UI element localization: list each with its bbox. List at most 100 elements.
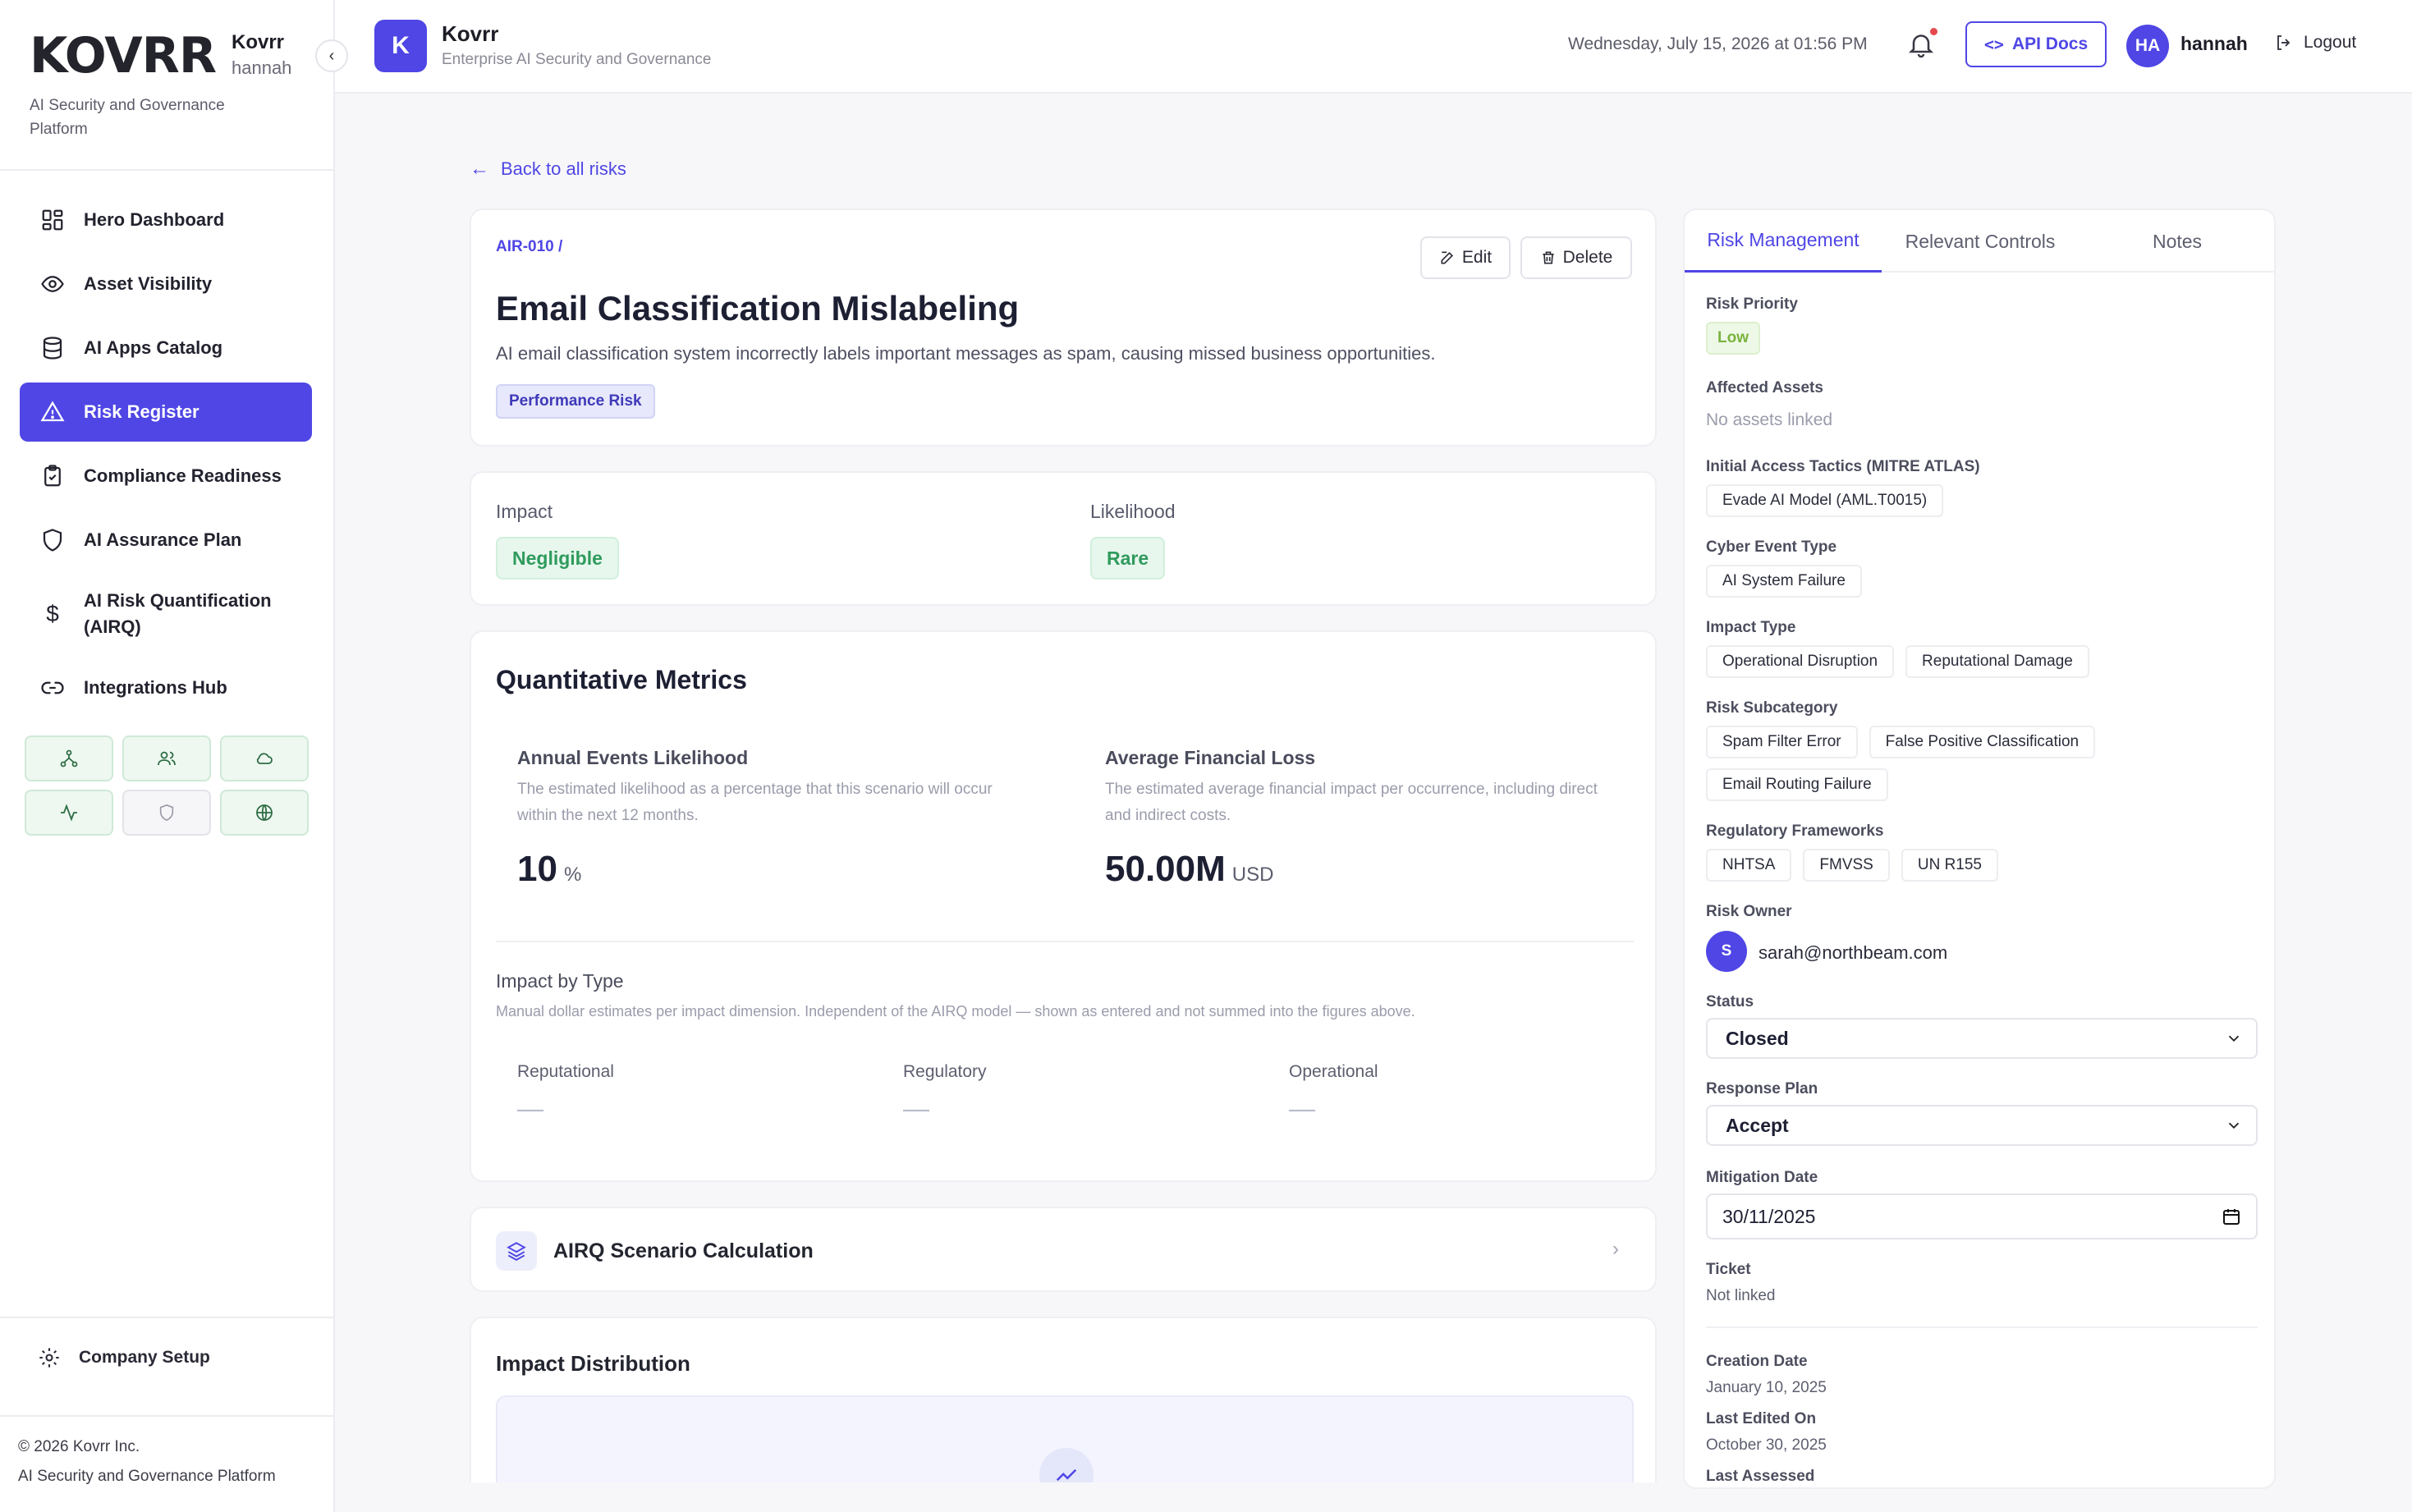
delete-label: Delete xyxy=(1562,248,1613,267)
airq-scenario-row[interactable]: AIRQ Scenario Calculation › xyxy=(470,1207,1657,1292)
sidebar-item-risk-register[interactable]: Risk Register xyxy=(20,383,312,442)
logout-icon xyxy=(2277,35,2290,50)
impact-type-chips: Operational Disruption Reputational Damag… xyxy=(1706,645,2101,688)
activity-icon[interactable] xyxy=(25,790,113,836)
trash-icon xyxy=(1542,251,1554,264)
response-plan-label: Response Plan xyxy=(1706,1080,1818,1097)
annual-likelihood-unit: % xyxy=(563,864,582,886)
avg-loss-desc: The estimated average financial impact p… xyxy=(1105,781,1598,824)
sidebar-item-ai-assurance-plan[interactable]: AI Assurance Plan xyxy=(20,511,312,570)
subcategory-chip: False Positive Classification xyxy=(1869,726,2096,758)
risk-priority-label: Risk Priority xyxy=(1706,296,1798,313)
eye-icon xyxy=(39,271,66,297)
edit-button[interactable]: Edit xyxy=(1420,236,1511,279)
impact-type-reputational-value: — xyxy=(517,1093,543,1123)
logout-button[interactable]: Logout xyxy=(2274,33,2356,53)
network-icon[interactable] xyxy=(25,735,113,781)
logout-label: Logout xyxy=(2304,33,2357,52)
likelihood-badge: Rare xyxy=(1090,537,1166,580)
tactics-chips: Evade AI Model (AML.T0015) xyxy=(1706,484,1955,527)
chevron-left-icon: ‹ xyxy=(328,46,335,65)
cloud-icon[interactable] xyxy=(220,735,309,781)
tab-risk-management[interactable]: Risk Management xyxy=(1685,210,1882,273)
status-select[interactable]: Closed xyxy=(1706,1018,2258,1059)
response-plan-select[interactable]: Accept xyxy=(1706,1105,2258,1146)
sidebar-item-compliance-readiness[interactable]: Compliance Readiness xyxy=(20,447,312,506)
globe-icon[interactable] xyxy=(220,790,309,836)
dollar-icon: $ xyxy=(46,601,59,626)
quantitative-metrics-card: Quantitative Metrics Annual Events Likel… xyxy=(470,630,1657,1182)
sidebar-item-ai-apps-catalog[interactable]: AI Apps Catalog xyxy=(20,318,312,378)
impact-type-operational: Operational xyxy=(1289,1062,1378,1081)
avg-loss-number: 50.00M xyxy=(1105,849,1226,889)
subcategory-chip: Email Routing Failure xyxy=(1706,768,1888,801)
tab-relevant-controls[interactable]: Relevant Controls xyxy=(1882,210,2079,273)
layers-icon xyxy=(496,1231,537,1271)
risk-owner-label: Risk Owner xyxy=(1706,903,1792,920)
brand: KOVRR Kovrr hannah AI Security and Gover… xyxy=(30,30,325,169)
sidebar-item-integrations-hub[interactable]: Integrations Hub xyxy=(20,658,312,717)
delete-button[interactable]: Delete xyxy=(1520,236,1632,279)
owner-avatar: S xyxy=(1706,931,1747,972)
edit-label: Edit xyxy=(1461,248,1493,267)
initial-access-tactics-label: Initial Access Tactics (MITRE ATLAS) xyxy=(1706,458,1980,475)
back-to-risks-link[interactable]: ← Back to all risks xyxy=(470,158,626,181)
risk-priority-badge: Low xyxy=(1706,322,1760,355)
risk-description: AI email classification system incorrect… xyxy=(496,343,1436,364)
risk-management-content: Risk Priority Low Affected Assets No ass… xyxy=(1706,292,2258,1487)
user-name[interactable]: hannah xyxy=(2180,33,2248,55)
calendar-icon[interactable] xyxy=(2222,1207,2241,1226)
creation-date-value: January 10, 2025 xyxy=(1706,1379,1827,1396)
api-docs-button[interactable]: <> API Docs xyxy=(1965,21,2107,67)
tab-notes[interactable]: Notes xyxy=(2079,210,2274,273)
sidebar-item-hero-dashboard[interactable]: Hero Dashboard xyxy=(20,190,312,250)
affected-assets-value: No assets linked xyxy=(1706,410,1833,429)
quick-actions xyxy=(25,735,309,836)
user-avatar[interactable]: HA xyxy=(2126,25,2169,67)
framework-chip: FMVSS xyxy=(1803,849,1890,882)
footer-copyright: © 2026 Kovrr Inc. xyxy=(18,1438,140,1455)
sidebar-item-label: AI Risk Quantification (AIRQ) xyxy=(84,590,272,637)
last-edited-label: Last Edited On xyxy=(1706,1410,1817,1427)
impact-by-type-desc: Manual dollar estimates per impact dimen… xyxy=(496,1003,1415,1019)
database-icon xyxy=(39,335,66,361)
collapse-sidebar-button[interactable]: ‹ xyxy=(315,39,348,72)
kovrr-logo[interactable]: KOVRR xyxy=(30,30,217,82)
top-bar: K Kovrr Enterprise AI Security and Gover… xyxy=(335,0,2412,94)
avg-loss-unit: USD xyxy=(1231,864,1274,886)
sidebar-divider xyxy=(0,1317,333,1318)
cyber-event-type-label: Cyber Event Type xyxy=(1706,538,1837,556)
owner-email[interactable]: sarah@northbeam.com xyxy=(1759,942,1947,964)
back-link-label: Back to all risks xyxy=(501,158,626,179)
brand-tagline: AI Security and Governance Platform xyxy=(30,97,225,138)
impact-type-chip: Reputational Damage xyxy=(1905,645,2089,678)
company-setup-link[interactable]: Company Setup xyxy=(38,1346,210,1369)
sidebar-nav: Hero Dashboard Asset Visibility AI Apps … xyxy=(20,190,312,722)
ticket-label: Ticket xyxy=(1706,1261,1751,1278)
sidebar-item-asset-visibility[interactable]: Asset Visibility xyxy=(20,254,312,314)
api-docs-label: API Docs xyxy=(2011,34,2089,53)
impact-type-regulatory: Regulatory xyxy=(903,1062,987,1081)
users-icon[interactable] xyxy=(122,735,211,781)
impact-type-regulatory-value: — xyxy=(903,1093,929,1123)
annual-likelihood-value: 10% xyxy=(517,849,581,890)
impact-type-chip: Operational Disruption xyxy=(1706,645,1895,678)
likelihood-label: Likelihood xyxy=(1090,501,1176,522)
sidebar-item-label: AI Assurance Plan xyxy=(84,529,242,550)
shield-icon xyxy=(39,527,66,553)
sidebar-item-airq[interactable]: $ AI Risk Quantification (AIRQ) xyxy=(20,575,312,653)
mitigation-date-input[interactable]: 30/11/2025 xyxy=(1706,1194,2258,1239)
sidebar-item-label: Asset Visibility xyxy=(84,273,213,294)
shield-outline-icon[interactable] xyxy=(122,790,211,836)
org-name: Kovrr xyxy=(232,31,285,53)
creation-date-label: Creation Date xyxy=(1706,1353,1808,1370)
impact-label: Impact xyxy=(496,501,553,522)
brand-user: hannah xyxy=(232,57,292,78)
impact-type-operational-value: — xyxy=(1289,1093,1315,1123)
gear-icon xyxy=(39,1348,59,1368)
status-value: Closed xyxy=(1726,1027,1789,1049)
avg-loss-value: 50.00M USD xyxy=(1105,849,1273,890)
impact-type-label: Impact Type xyxy=(1706,619,1796,636)
dashboard-icon xyxy=(39,207,66,233)
regulatory-frameworks-label: Regulatory Frameworks xyxy=(1706,822,1884,840)
